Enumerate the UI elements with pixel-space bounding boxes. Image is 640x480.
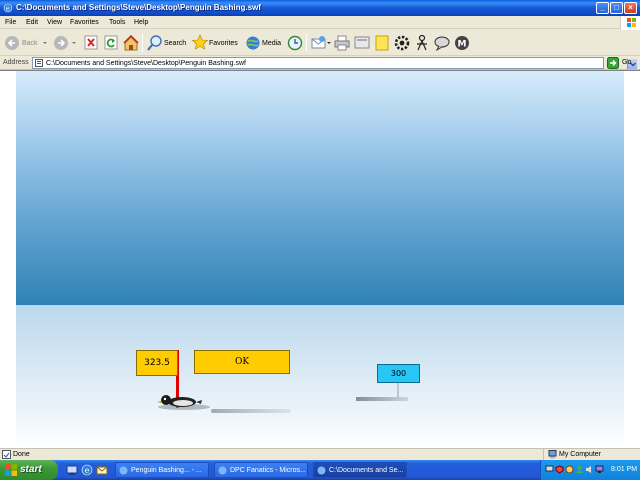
media-button-label[interactable]: Media [262, 39, 281, 48]
back-button-label[interactable]: Back [22, 39, 38, 48]
windows-logo [620, 16, 640, 30]
distance-sign: 323.5 [136, 350, 178, 376]
go-arrow-icon [607, 57, 619, 69]
title-bar[interactable]: e C:\Documents and Settings\Steve\Deskto… [0, 0, 640, 16]
antivirus-icon[interactable] [565, 465, 574, 474]
taskbar-item-label: C:\Documents and Se... [329, 467, 404, 474]
my-computer-icon [548, 450, 557, 459]
record-marker-shadow [356, 397, 408, 401]
mail-icon[interactable] [311, 34, 327, 52]
ie-window-icon [317, 466, 326, 475]
address-bar: Address C:\Documents and Settings\Steve\… [0, 56, 640, 70]
forward-arrow-icon[interactable] [53, 34, 69, 52]
taskbar-item-dpc-fanatics[interactable]: DPC Fanatics - Micros... [214, 462, 308, 478]
ie-icon: e [3, 3, 13, 13]
messenger-icon[interactable] [414, 34, 430, 52]
volume-icon[interactable] [585, 465, 594, 474]
discuss-icon[interactable] [434, 34, 450, 52]
status-text: Done [13, 451, 30, 458]
windows-flag-icon [627, 18, 636, 27]
taskbar: start e Penguin Bashing... - ... DPC Fan… [0, 460, 640, 480]
start-label: start [20, 464, 42, 475]
display-icon[interactable] [595, 465, 604, 474]
print-icon[interactable] [334, 34, 350, 52]
menu-file[interactable]: File [5, 18, 16, 27]
menu-favorites[interactable]: Favorites [70, 18, 99, 27]
taskbar-item-label: DPC Fanatics - Micros... [230, 467, 306, 474]
forward-dropdown-icon[interactable] [71, 34, 77, 52]
svg-text:e: e [6, 5, 10, 13]
ie-window-icon [119, 466, 128, 475]
go-button[interactable]: Go [607, 57, 637, 69]
window-title: C:\Documents and Settings\Steve\Desktop\… [16, 3, 261, 12]
notes-icon[interactable] [374, 34, 390, 52]
page-done-icon [2, 450, 11, 459]
stop-icon[interactable] [84, 34, 98, 52]
toolbar: Back Search Favorites Media M [0, 30, 640, 56]
security-icon[interactable] [555, 465, 564, 474]
show-desktop-icon[interactable] [66, 464, 78, 476]
favorites-star-icon[interactable] [192, 34, 208, 52]
settings-gear-icon[interactable] [394, 34, 410, 52]
menu-help[interactable]: Help [134, 18, 148, 27]
slide-trail [211, 409, 291, 413]
svg-text:M: M [458, 40, 467, 50]
search-button-label[interactable]: Search [164, 39, 186, 48]
browser-content: 323.5 OK 300 [0, 70, 640, 449]
ie-window-icon [218, 466, 227, 475]
maximize-button[interactable]: □ [610, 2, 623, 14]
taskbar-item-documents[interactable]: C:\Documents and Se... [313, 462, 407, 478]
menu-bar: File Edit View Favorites Tools Help [0, 16, 640, 29]
history-icon[interactable] [287, 34, 303, 52]
address-label: Address [3, 59, 29, 66]
taskbar-item-penguin[interactable]: Penguin Bashing... - ... [115, 462, 209, 478]
game-sky [16, 71, 624, 305]
penguin-icon [157, 395, 210, 410]
svg-text:e: e [85, 466, 90, 475]
system-tray: 8:01 PM [540, 460, 640, 480]
page-icon [35, 59, 43, 67]
messenger-tray-icon[interactable] [575, 465, 584, 474]
research-icon[interactable]: M [454, 34, 470, 52]
toolbar-separator [306, 34, 307, 52]
toolbar-separator [142, 34, 143, 52]
ok-button[interactable]: OK [194, 350, 290, 374]
menu-edit[interactable]: Edit [26, 18, 38, 27]
favorites-button-label[interactable]: Favorites [209, 39, 238, 48]
address-url: C:\Documents and Settings\Steve\Desktop\… [46, 60, 246, 67]
flash-game[interactable]: 323.5 OK 300 [16, 71, 624, 449]
record-pole [397, 383, 399, 399]
menu-tools[interactable]: Tools [109, 18, 125, 27]
menu-view[interactable]: View [47, 18, 62, 27]
clock[interactable]: 8:01 PM [611, 465, 637, 474]
ie-quicklaunch-icon[interactable]: e [81, 464, 93, 476]
back-dropdown-icon[interactable] [42, 34, 48, 52]
start-button[interactable]: start [0, 460, 58, 480]
refresh-icon[interactable] [104, 34, 118, 52]
close-button[interactable]: × [624, 2, 637, 14]
home-icon[interactable] [123, 34, 139, 52]
zone-label: My Computer [559, 451, 602, 458]
network-icon[interactable] [545, 465, 554, 474]
go-button-label: Go [622, 59, 632, 66]
game-ice-field [16, 305, 624, 449]
back-arrow-icon[interactable] [4, 34, 20, 52]
address-input[interactable]: C:\Documents and Settings\Steve\Desktop\… [32, 57, 637, 69]
minimize-button[interactable]: _ [596, 2, 609, 14]
windows-flag-icon [5, 464, 17, 476]
mail-dropdown-icon[interactable] [326, 34, 332, 52]
record-sign: 300 [377, 364, 420, 383]
search-icon[interactable] [147, 34, 163, 52]
status-bar: Done My Computer [0, 448, 640, 461]
edit-icon[interactable] [354, 34, 370, 52]
media-icon[interactable] [245, 34, 261, 52]
taskbar-item-label: Penguin Bashing... - ... [131, 467, 202, 474]
outlook-quicklaunch-icon[interactable] [96, 464, 108, 476]
